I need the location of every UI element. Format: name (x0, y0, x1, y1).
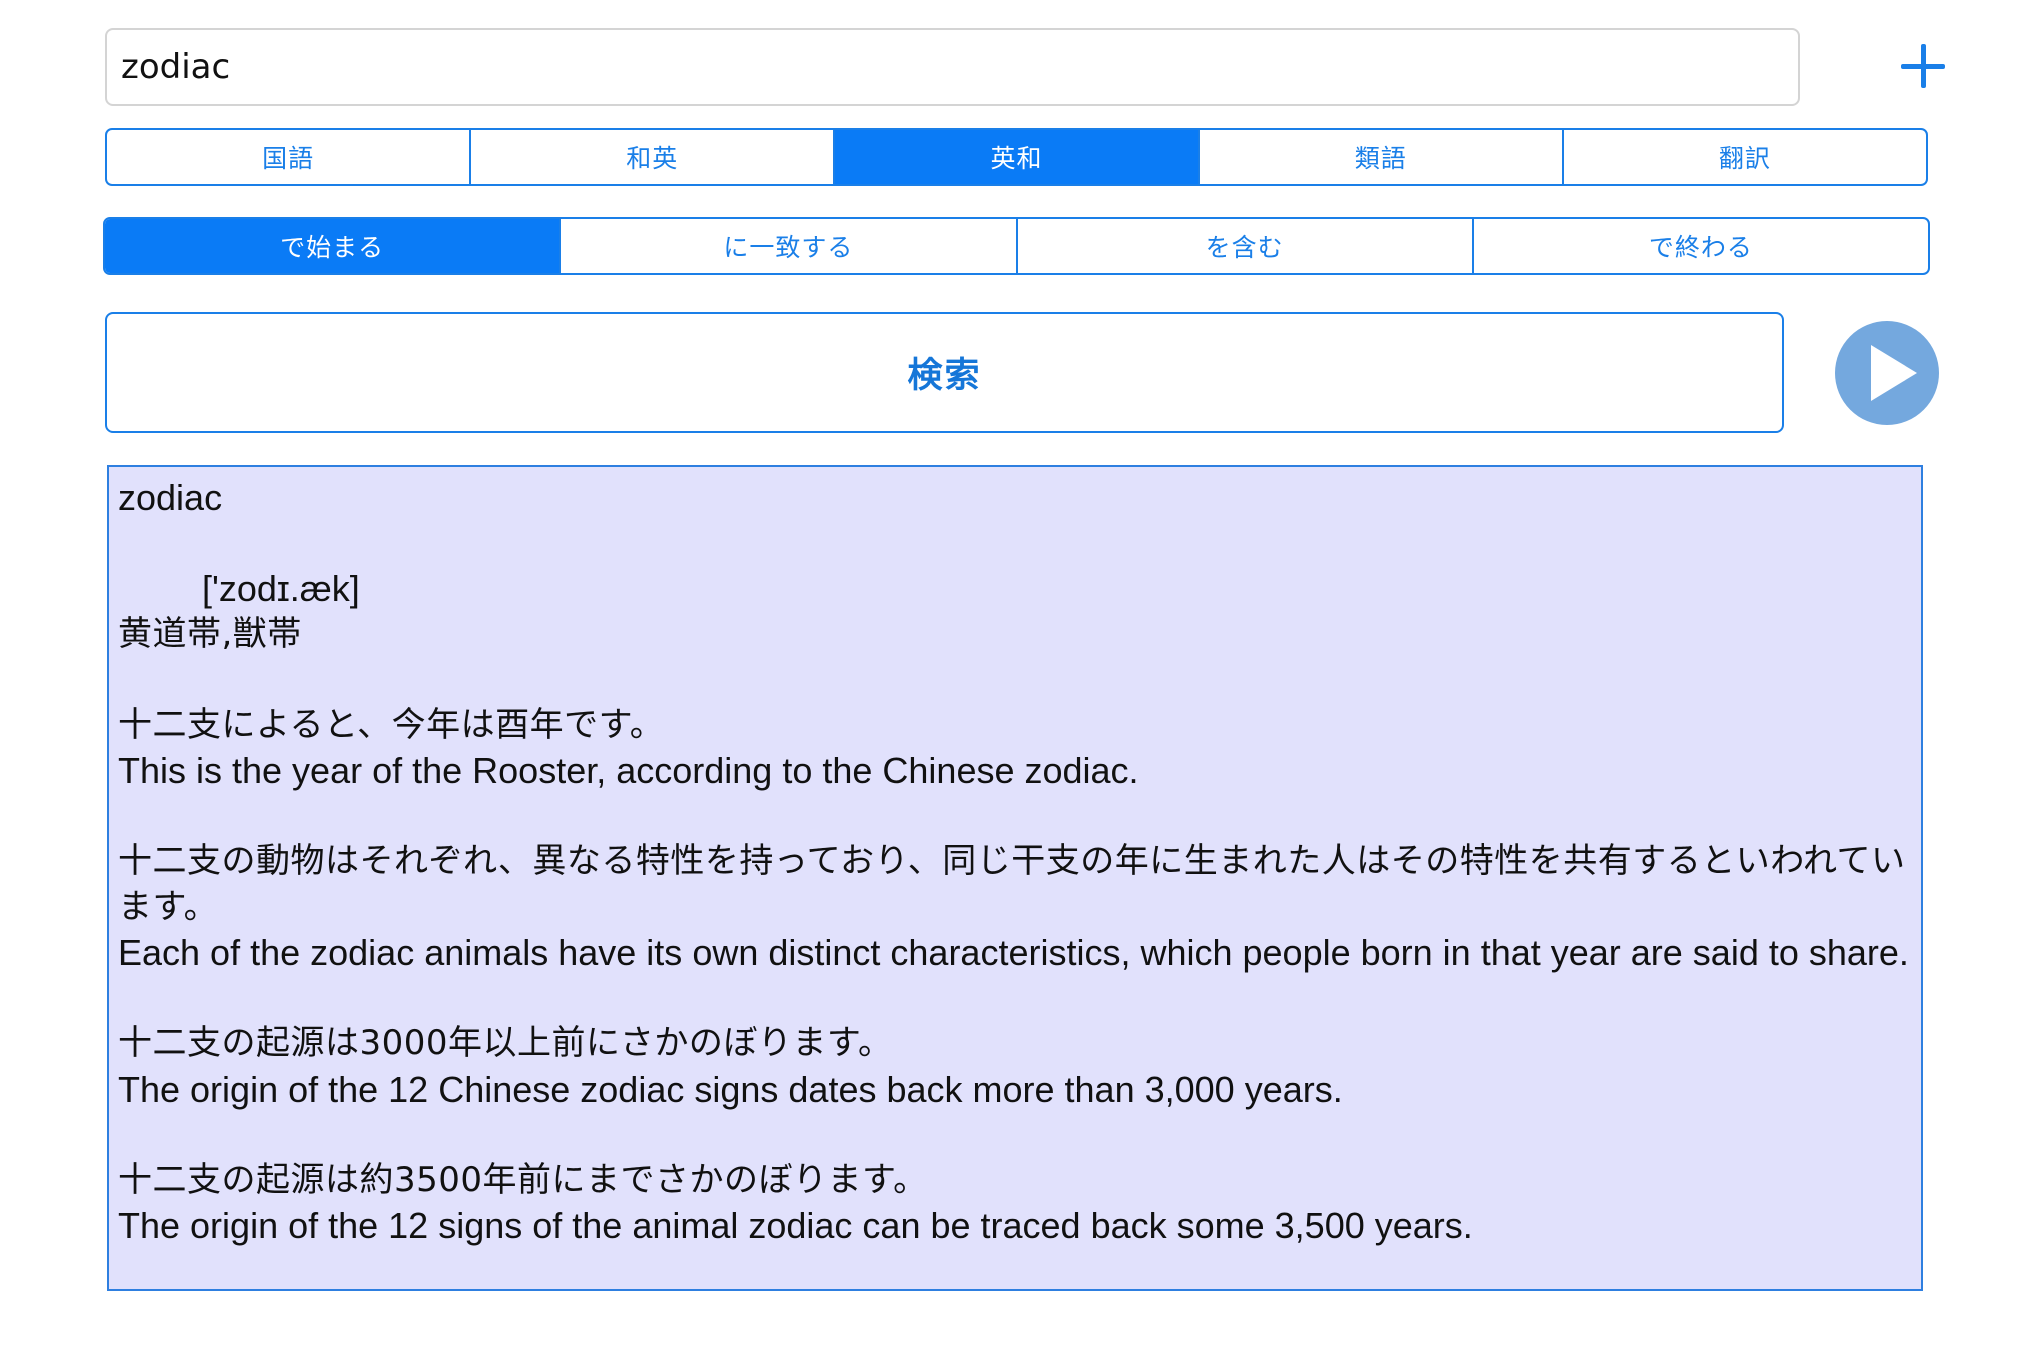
plus-icon[interactable] (1895, 24, 1951, 108)
play-icon[interactable] (1835, 321, 1939, 425)
tab-kokugo[interactable]: 国語 (107, 130, 469, 184)
match-contains[interactable]: を含む (1015, 219, 1472, 273)
example-ja: 十二支の起源は約3500年前にまでさかのぼります。 (118, 1159, 928, 1200)
match-exact[interactable]: に一致する (559, 219, 1015, 273)
example-ja: 十二支の起源は3000年以上前にさかのぼります。 (118, 1023, 893, 1063)
dictionary-app: 国語 和英 英和 類語 翻訳 で始まる に一致する を含む で終わる 検索 zo… (0, 0, 2032, 1360)
result-headword: zodiac (118, 477, 223, 518)
example-ja: 十二支によると、今年は酉年です。 (118, 704, 665, 745)
result-pronunciation: ['zodɪ.æk] (202, 568, 360, 609)
result-meaning: 黄道帯,獣帯 (118, 613, 302, 654)
tab-honyaku[interactable]: 翻訳 (1561, 130, 1926, 184)
match-ends-with[interactable]: で終わる (1471, 219, 1928, 273)
match-starts-with[interactable]: で始まる (105, 219, 560, 273)
tab-eiwa[interactable]: 英和 (833, 130, 1198, 184)
example-en: The origin of the 12 Chinese zodiac sign… (118, 1068, 1343, 1110)
example-en: This is the year of the Rooster, accordi… (118, 750, 1139, 791)
dictionary-tabs: 国語 和英 英和 類語 翻訳 (105, 128, 1928, 186)
example-en: Each of the zodiac animals have its own … (118, 932, 1909, 973)
tab-ruigo[interactable]: 類語 (1197, 130, 1562, 184)
search-button-label: 検索 (907, 356, 982, 396)
play-triangle (1871, 345, 1917, 401)
plus-icon-vertical (1920, 44, 1926, 88)
tab-waei[interactable]: 和英 (469, 130, 833, 184)
example-en: The origin of the 12 signs of the animal… (118, 1205, 1473, 1246)
search-input[interactable] (105, 28, 1800, 106)
search-button[interactable]: 検索 (105, 312, 1784, 433)
result-panel: zodiac ['zodɪ.æk] 黄道帯,獣帯 十二支によると、今年は酉年です… (107, 465, 1923, 1291)
match-mode-tabs: で始まる に一致する を含む で終わる (103, 217, 1930, 275)
example-ja: 十二支の動物はそれぞれ、異なる特性を持っており、同じ干支の年に生まれた人はその特… (118, 841, 1906, 927)
